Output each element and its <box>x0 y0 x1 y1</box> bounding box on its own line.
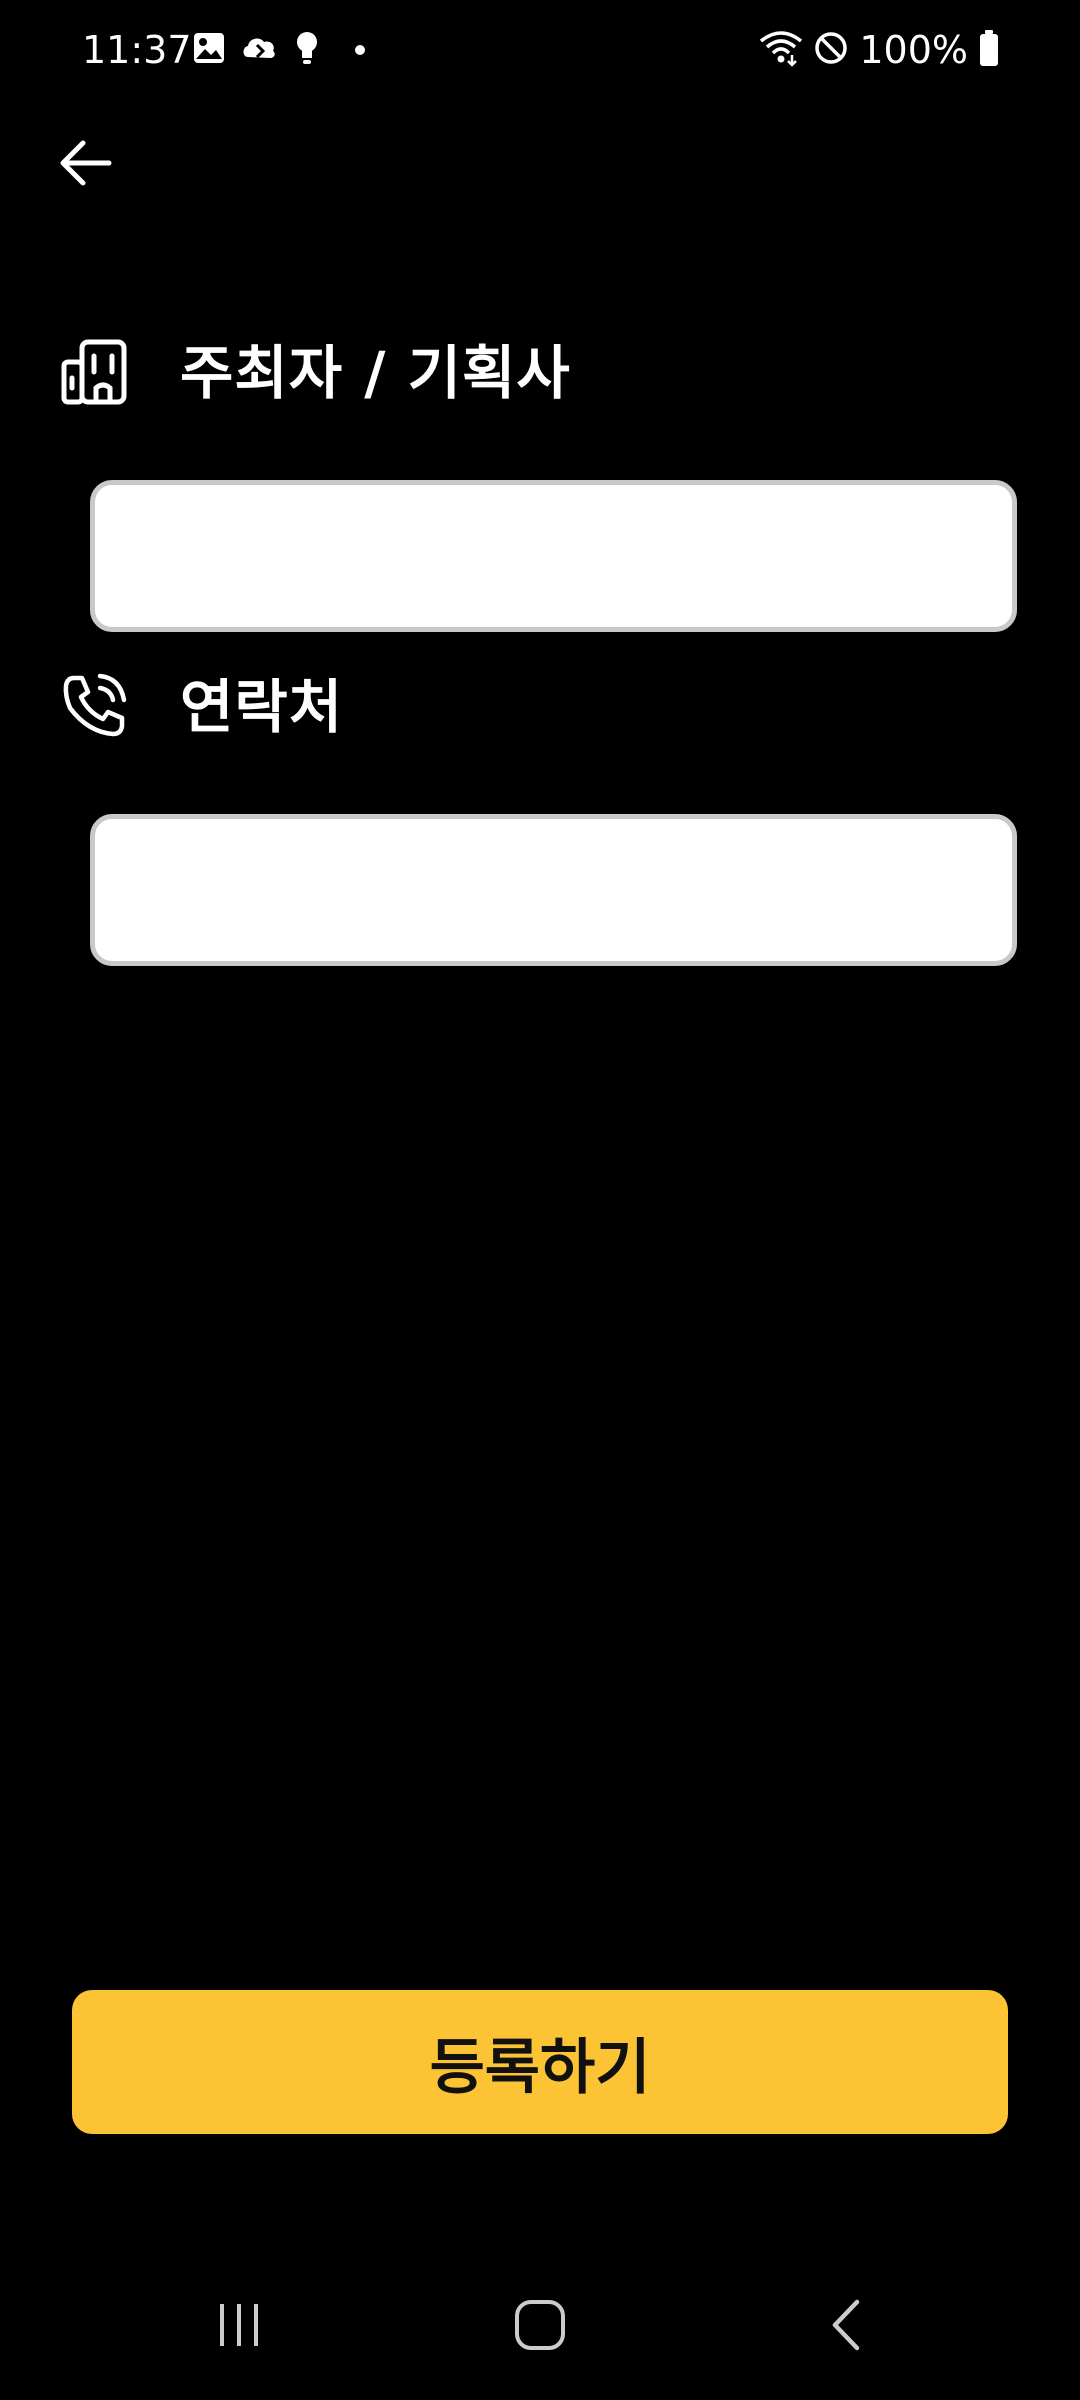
recent-apps-icon <box>214 2300 264 2354</box>
contact-label: 연락처 <box>180 673 344 741</box>
organizer-label: 주최자 / 기획사 <box>180 339 571 407</box>
back-button[interactable] <box>50 130 120 200</box>
system-back-button[interactable] <box>800 2292 890 2362</box>
battery-percentage: 100% <box>859 28 968 72</box>
building-icon <box>60 336 130 410</box>
status-time: 11:37 <box>82 28 192 72</box>
wifi-icon <box>759 29 803 71</box>
contact-section: 연락처 <box>60 670 343 744</box>
status-bar: 11:37 100% <box>0 0 1080 100</box>
dot-icon <box>354 41 366 60</box>
back-icon <box>825 2298 865 2356</box>
home-button[interactable] <box>495 2292 585 2362</box>
battery-icon <box>978 29 1000 71</box>
cloud-sync-icon <box>240 31 280 69</box>
notification-icons <box>192 30 366 70</box>
register-button[interactable]: 등록하기 <box>72 1990 1008 2134</box>
system-indicators: 100% <box>759 26 1000 74</box>
contact-input[interactable] <box>90 814 1017 966</box>
navigation-bar <box>0 2250 1080 2400</box>
do-not-disturb-icon <box>813 30 849 70</box>
phone-call-icon <box>60 670 130 744</box>
gallery-icon <box>192 31 226 69</box>
organizer-input[interactable] <box>90 480 1017 632</box>
home-icon <box>513 2298 567 2356</box>
recent-apps-button[interactable] <box>194 2292 284 2362</box>
lightbulb-icon <box>294 30 320 70</box>
organizer-section: 주최자 / 기획사 <box>60 336 571 410</box>
arrow-left-icon <box>57 138 113 192</box>
